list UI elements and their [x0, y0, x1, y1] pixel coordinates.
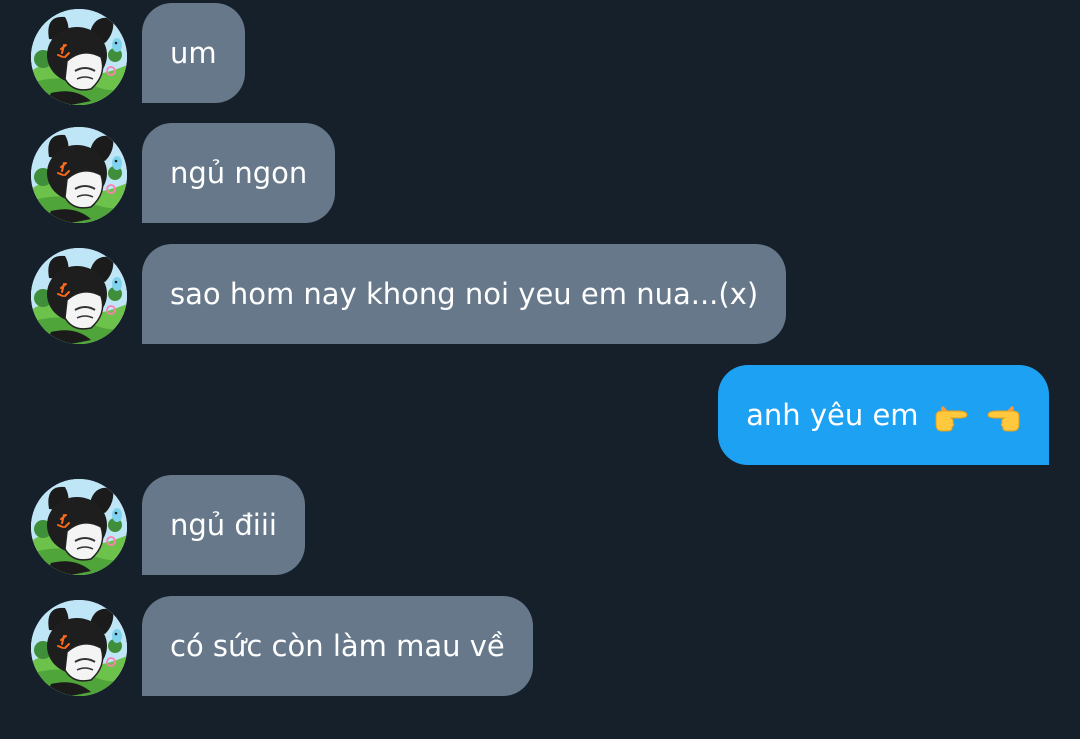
avatar-image [31, 127, 127, 223]
contact-avatar[interactable] [31, 248, 127, 344]
sent-message-bubble[interactable]: anh yêu em [718, 365, 1049, 465]
contact-avatar[interactable] [31, 479, 127, 575]
pointing-left-emoji [985, 367, 1021, 467]
message-text: có sức còn làm mau về [170, 629, 505, 663]
received-message-bubble[interactable]: ngủ ngon [142, 123, 336, 223]
contact-avatar[interactable] [31, 600, 127, 696]
received-message-bubble[interactable]: sao hom nay khong noi yeu em nua...(x) [142, 244, 787, 344]
avatar-image [31, 600, 127, 696]
message-text: ngủ điii [170, 508, 277, 542]
received-message-bubble[interactable]: ngủ điii [142, 475, 305, 575]
message-text: ngủ ngon [170, 156, 308, 190]
avatar-image [31, 248, 127, 344]
contact-avatar[interactable] [31, 127, 127, 223]
chat-thread: um ngủ ngon sao hom nay khong noi yeu em… [0, 0, 1080, 739]
message-text: um [170, 36, 217, 70]
message-text: anh yêu em [746, 398, 919, 432]
message-text: sao hom nay khong noi yeu em nua...(x) [170, 277, 759, 311]
received-message-bubble[interactable]: um [142, 3, 245, 103]
avatar-image [31, 9, 127, 105]
received-message-bubble[interactable]: có sức còn làm mau về [142, 596, 533, 696]
pointing-right-emoji [934, 367, 970, 467]
contact-avatar[interactable] [31, 9, 127, 105]
avatar-image [31, 479, 127, 575]
